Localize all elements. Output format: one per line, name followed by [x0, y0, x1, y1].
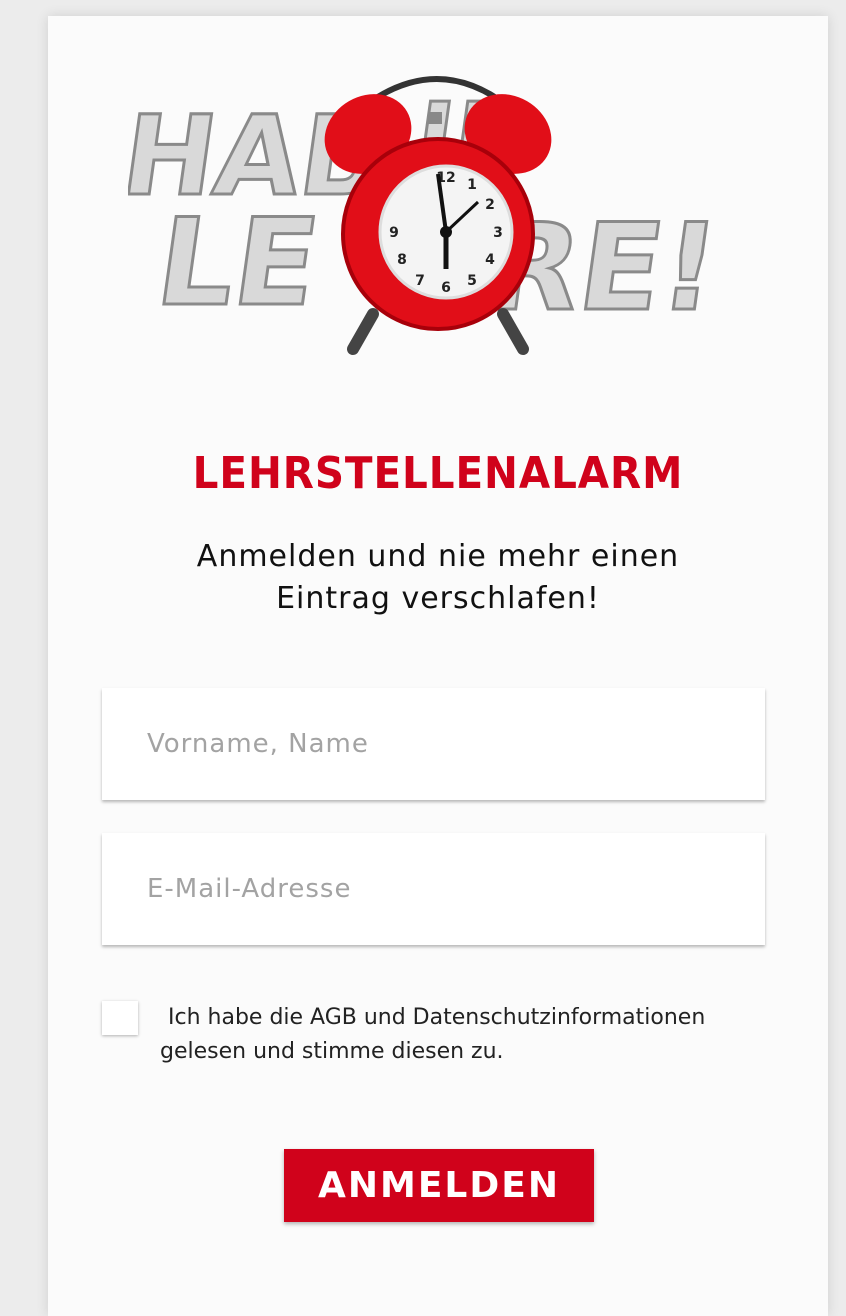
page-subtitle: Anmelden und nie mehr einen Eintrag vers…: [48, 536, 828, 620]
svg-text:8: 8: [397, 252, 407, 268]
consent-checkbox[interactable]: [102, 1001, 138, 1035]
signup-card: HAB IE LE RE! 12 1 2 3 4 5 6 7: [48, 16, 828, 1316]
anmelden-button[interactable]: ANMELDEN: [284, 1149, 594, 1222]
svg-text:1: 1: [467, 177, 477, 193]
svg-text:3: 3: [493, 225, 503, 241]
svg-text:LE: LE: [149, 194, 327, 333]
svg-text:5: 5: [467, 273, 477, 289]
page-title: LEHRSTELLENALARM: [192, 448, 684, 499]
svg-text:6: 6: [441, 280, 451, 296]
subtitle-line-2: Eintrag verschlafen!: [276, 581, 600, 616]
subtitle-line-1: Anmelden und nie mehr einen: [196, 539, 680, 574]
habe-nie-lehre-logo: HAB IE LE RE! 12 1 2 3 4 5 6 7: [128, 76, 728, 355]
svg-text:7: 7: [415, 273, 425, 289]
svg-text:4: 4: [485, 252, 495, 268]
svg-text:2: 2: [485, 197, 495, 213]
name-input[interactable]: [102, 688, 765, 800]
svg-text:9: 9: [389, 225, 399, 241]
consent-label: Ich habe die AGB und Datenschutzinformat…: [160, 1005, 706, 1064]
email-input[interactable]: [102, 833, 765, 945]
